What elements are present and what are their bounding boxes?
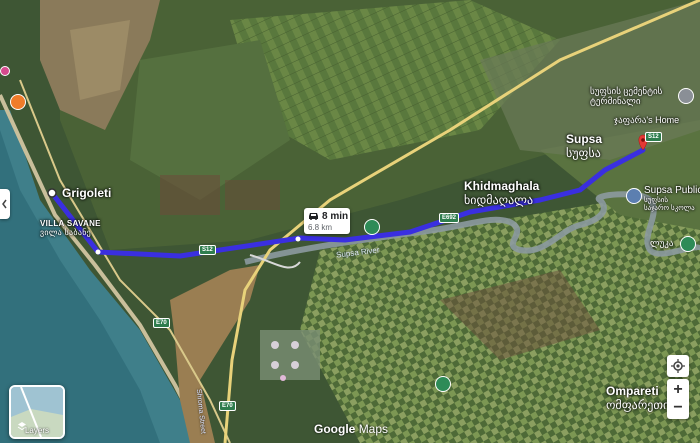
park-icon[interactable] (435, 376, 451, 392)
car-icon (309, 213, 318, 220)
layers-button[interactable]: Layers (9, 385, 65, 439)
chevron-left-icon (2, 199, 7, 209)
collapse-panel-button[interactable] (0, 189, 10, 219)
route-time: 8 min (322, 211, 349, 222)
zoom-controls: + − (667, 379, 689, 419)
google-maps-logo: Google Maps (314, 422, 389, 436)
location-target-icon (671, 359, 685, 373)
park-icon[interactable] (680, 236, 696, 252)
start-point[interactable] (47, 188, 57, 198)
label-home[interactable]: ჯაფარა's Home (614, 115, 679, 125)
park-icon[interactable] (364, 219, 380, 235)
restaurant-icon[interactable] (10, 94, 26, 110)
label-grigoleti[interactable]: Grigoleti (62, 186, 111, 201)
layers-label: Layers (24, 426, 49, 435)
label-supsa-public[interactable]: Supsa Public სუფსის საჯარო სკოლა (644, 185, 700, 213)
route-distance: 6.8 km (308, 223, 333, 232)
road-shield: E70 (153, 318, 170, 328)
label-supsa[interactable]: Supsa სუფსა (566, 132, 602, 161)
road-shield: E692 (439, 213, 460, 223)
label-supsa-terminal[interactable]: სუფსის ცემენტის ტერმინალი (590, 86, 662, 107)
road-shield: S12 (645, 132, 662, 142)
satellite-map[interactable] (0, 0, 700, 443)
route-info-callout[interactable]: 8 min 6.8 km (304, 208, 350, 234)
route-waypoint (295, 236, 301, 242)
label-khidmaghala[interactable]: Khidmaghala ხიდმაღალა (464, 179, 539, 208)
road-shield: S12 (199, 245, 216, 255)
route-waypoint (95, 249, 101, 255)
school-icon[interactable] (626, 188, 642, 204)
zoom-out-button[interactable]: − (673, 399, 682, 417)
zoom-in-button[interactable]: + (673, 381, 682, 399)
my-location-button[interactable] (667, 355, 689, 377)
label-lisa[interactable]: ლუკა (650, 238, 673, 248)
road-shield: E70 (219, 401, 236, 411)
place-marker-icon[interactable] (0, 66, 10, 76)
place-pin-icon[interactable] (678, 88, 694, 104)
label-ompareti[interactable]: Ompareti ომფარეთი (606, 384, 669, 413)
label-villa-savane[interactable]: VILLA SAVANE ვილა საბანე (40, 219, 101, 237)
